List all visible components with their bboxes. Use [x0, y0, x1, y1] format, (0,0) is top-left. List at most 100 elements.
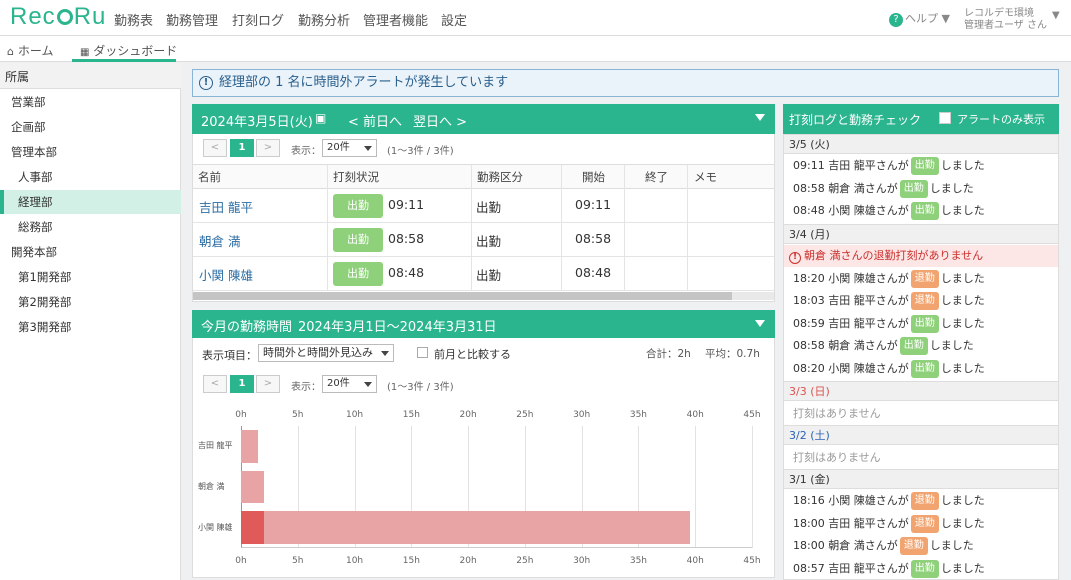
prev-day-link[interactable]: < 前日へ	[348, 111, 402, 130]
compare-label: 前月と比較する	[434, 348, 511, 361]
chart-bar-segment[interactable]	[263, 511, 690, 544]
x-tick-label-top: 35h	[629, 410, 648, 420]
col-divider	[471, 165, 472, 291]
active-tab-indicator	[72, 59, 176, 62]
help-menu[interactable]: ? ヘルプ ▼	[889, 10, 950, 27]
tab-home[interactable]: ⌂ ホーム	[7, 42, 53, 59]
total-hours: 合計：2h	[646, 348, 691, 360]
y-category-label: 吉田 龍平	[198, 441, 233, 451]
status-time: 09:11	[388, 197, 425, 212]
chart-gridline	[752, 426, 753, 548]
sidebar-item-dev2[interactable]: 第2開発部	[0, 290, 181, 314]
monthly-pager-next-button[interactable]: >	[256, 375, 280, 393]
chart-bar-segment[interactable]	[241, 511, 264, 544]
nav-kinmu-kanri[interactable]: 勤務管理	[166, 10, 218, 29]
dashboard-icon: ▦	[80, 47, 90, 58]
col-divider	[561, 165, 562, 291]
pager-prev-button[interactable]: <	[203, 139, 227, 157]
sidebar-item-dev3[interactable]: 第3開発部	[0, 315, 181, 339]
alert-only-checkbox[interactable]	[939, 112, 951, 124]
status-time: 08:48	[388, 265, 425, 280]
overtime-bar-chart: 0h 0h 5h 5h 10h 10h 15h 15h 20h 20h 25h 25h 30h 30h 35…	[193, 404, 773, 576]
x-tick-label-top: 5h	[292, 410, 304, 420]
x-tick-label-bottom: 25h	[516, 556, 534, 566]
logo-o-mark	[56, 9, 73, 25]
log-panel	[783, 104, 1059, 580]
nav-dakoku-log[interactable]: 打刻ログ	[232, 10, 284, 29]
x-tick-label-top: 10h	[345, 410, 364, 420]
sidebar-item-jinji[interactable]: 人事部	[0, 165, 181, 189]
y-category-label: 小関 陳雄	[198, 522, 233, 532]
nav-kinmu-bunseki[interactable]: 勤務分析	[298, 10, 350, 29]
log-panel-header: 打刻ログと勤務チェック アラートのみ表示	[783, 104, 1059, 134]
tab-dashboard[interactable]: ▦ ダッシュボード	[80, 42, 177, 59]
overtime-alert: ! 経理部の 1 名に時間外アラートが発生しています	[192, 69, 1059, 97]
sidebar-header: 所属	[0, 63, 181, 89]
x-tick-label-top: 15h	[402, 410, 420, 420]
pager-range: (1～3件 / 3件)	[387, 146, 454, 157]
col-type: 勤務区分	[477, 170, 523, 184]
monthly-title: 今月の勤務時間	[201, 320, 293, 335]
home-icon: ⌂	[7, 45, 14, 58]
alert-message: 経理部の 1 名に時間外アラートが発生しています	[219, 75, 509, 90]
nav-admin[interactable]: 管理者機能	[363, 10, 428, 29]
logo-text-right: Ru	[73, 3, 107, 30]
monthly-pager-range: (1～3件 / 3件)	[387, 382, 454, 393]
col-start: 開始	[582, 170, 605, 184]
monthly-per-page-select[interactable]: 20件	[322, 375, 377, 393]
x-tick-label-bottom: 40h	[686, 556, 704, 566]
col-memo: メモ	[694, 170, 717, 184]
employee-name-link[interactable]: 小関 陳雄	[199, 265, 253, 284]
compare-prev-month-checkbox[interactable]	[417, 347, 428, 358]
x-tick-label-top: 45h	[743, 410, 761, 420]
monthly-collapse-caret-icon[interactable]	[755, 320, 765, 327]
tab-dashboard-label: ダッシュボード	[93, 44, 178, 58]
display-label: 表示：	[291, 146, 321, 157]
monthly-pager-page-1[interactable]: 1	[230, 375, 254, 393]
col-divider	[624, 165, 625, 291]
tab-home-label: ホーム	[17, 44, 54, 58]
x-tick-label-bottom: 30h	[573, 556, 591, 566]
x-tick-label-top: 20h	[459, 410, 477, 420]
x-tick-label-bottom: 20h	[459, 556, 477, 566]
sidebar-item-keiri[interactable]: 経理部	[0, 190, 181, 214]
next-day-link[interactable]: 翌日へ >	[413, 111, 467, 130]
monthly-panel-header: 今月の勤務時間 2024年3月1日～2024年3月31日	[192, 310, 775, 338]
help-icon: ?	[889, 13, 903, 27]
recoru-logo[interactable]: Rec Ru	[10, 3, 106, 31]
display-item-label: 表示項目：	[202, 349, 257, 362]
sidebar-item-eigyo[interactable]: 営業部	[0, 90, 181, 114]
sidebar-item-kikaku[interactable]: 企画部	[0, 115, 181, 139]
horizontal-scrollbar-thumb[interactable]	[193, 292, 732, 300]
chart-bar-segment[interactable]	[241, 430, 259, 463]
employee-name-link[interactable]: 朝倉 満	[199, 231, 240, 250]
nav-kinmuhyo[interactable]: 勤務表	[114, 10, 153, 29]
chart-bar-segment[interactable]	[241, 470, 264, 504]
work-type: 出勤	[476, 234, 502, 249]
help-label: ヘルプ	[905, 12, 938, 25]
sidebar-item-kaihatsu-honbu[interactable]: 開発本部	[0, 240, 181, 264]
nav-settings[interactable]: 設定	[441, 10, 467, 29]
x-tick-label-top: 0h	[235, 410, 247, 420]
per-page-select[interactable]: 20件	[322, 139, 377, 157]
x-tick-label-bottom: 10h	[345, 556, 364, 566]
sidebar-item-dev1[interactable]: 第1開発部	[0, 265, 181, 289]
start-time: 09:11	[575, 197, 612, 212]
employee-name-link[interactable]: 吉田 龍平	[199, 197, 253, 216]
sidebar-item-kanri-honbu[interactable]: 管理本部	[0, 140, 181, 164]
display-item-select[interactable]: 時間外と時間外見込み	[258, 344, 394, 362]
col-divider	[687, 165, 688, 291]
status-badge: 出勤	[333, 194, 383, 218]
col-status: 打刻状況	[333, 170, 379, 184]
sidebar-item-somu[interactable]: 総務部	[0, 215, 181, 239]
x-tick-label-bottom: 5h	[292, 556, 304, 566]
user-menu-caret-icon[interactable]: ▼	[1052, 10, 1060, 21]
calendar-icon[interactable]: ▣	[315, 111, 326, 125]
collapse-caret-icon[interactable]	[755, 114, 765, 121]
daily-panel-header: 2024年3月5日(火) ▣ < 前日へ 翌日へ >	[192, 104, 775, 134]
pager-next-button[interactable]: >	[256, 139, 280, 157]
pager-page-1[interactable]: 1	[230, 139, 254, 157]
monthly-pager-prev-button[interactable]: <	[203, 375, 227, 393]
x-tick-label-top: 30h	[573, 410, 591, 420]
user-menu[interactable]: 管理者ユーザ さん	[964, 16, 1047, 31]
